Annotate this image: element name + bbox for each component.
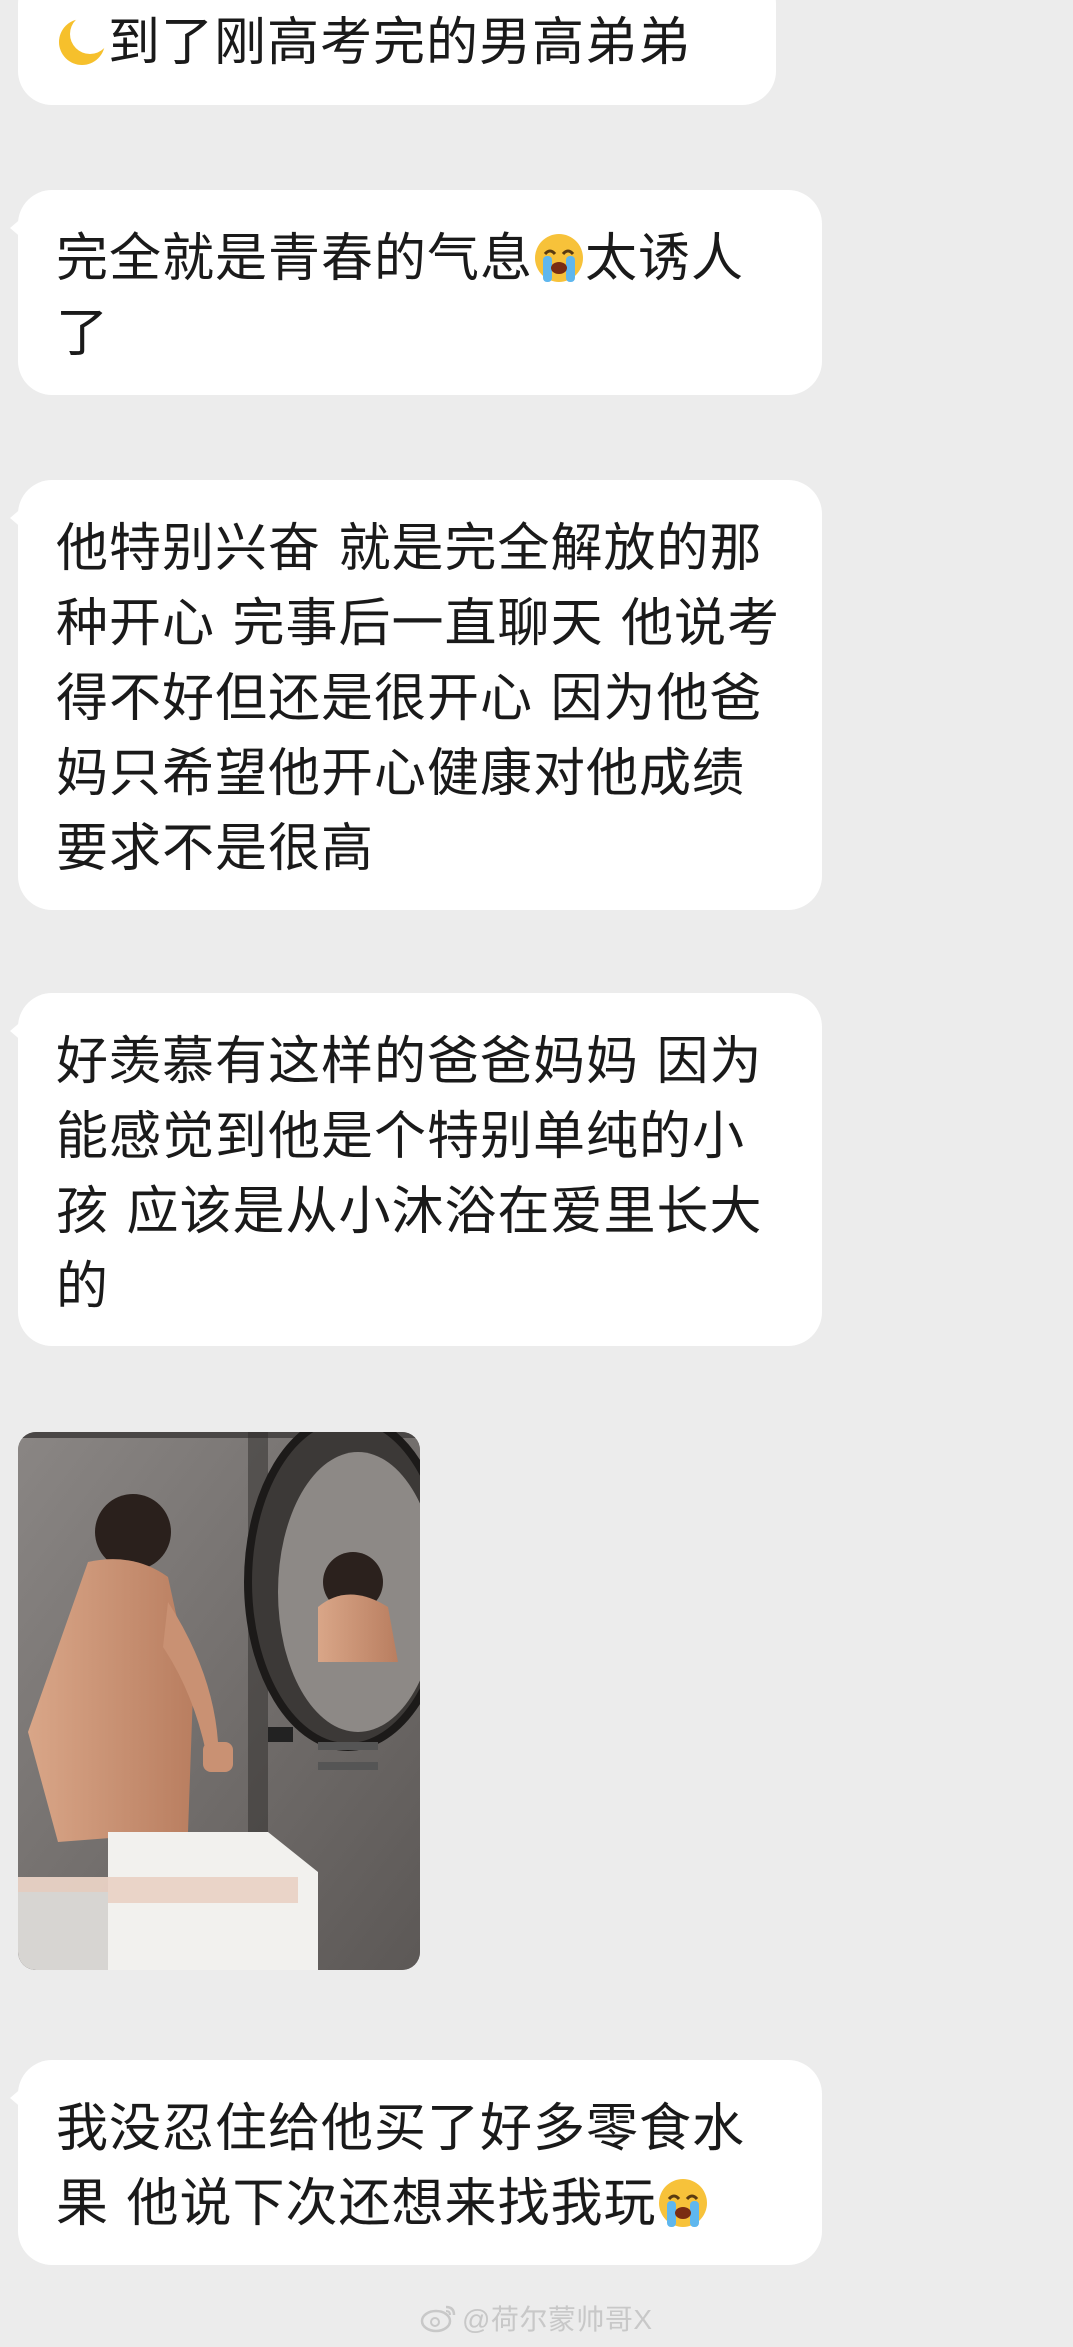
message-text-content: 完全就是青春的气息: [56, 229, 534, 289]
bubble-tail: [10, 1019, 24, 1043]
bubble-tail: [10, 506, 24, 530]
bathroom-photo-image: [18, 1432, 420, 1970]
message-text-content: 我没忍住给他买了好多零食水果 他说下次还想来找我玩: [56, 2099, 746, 2234]
message-text: 到了刚高考完的男高弟弟: [56, 6, 746, 81]
watermark: @荷尔蒙帅哥X: [420, 2298, 653, 2338]
message-text: 我没忍住给他买了好多零食水果 他说下次还想来找我玩: [56, 2092, 792, 2242]
message-bubble[interactable]: 完全就是青春的气息 太诱人了: [10, 190, 822, 395]
bubble-tail: [10, 216, 24, 240]
message-text: 他特别兴奋 就是完全解放的那种开心 完事后一直聊天 他说考得不好但还是很开心 因…: [56, 519, 781, 879]
message-bubble[interactable]: 好羡慕有这样的爸爸妈妈 因为能感觉到他是个特别单纯的小孩 应该是从小沐浴在爱里长…: [10, 993, 822, 1346]
loudly-crying-face-icon: [535, 234, 584, 282]
message-bubble[interactable]: 我没忍住给他买了好多零食水果 他说下次还想来找我玩: [10, 2060, 822, 2265]
loudly-crying-face-icon: [658, 2179, 707, 2227]
bubble-tail: [10, 2086, 24, 2110]
watermark-text: @荷尔蒙帅哥X: [462, 2304, 653, 2335]
message-bubble[interactable]: 到了刚高考完的男高弟弟: [18, 0, 776, 105]
message-text-content: 到了刚高考完的男高弟弟: [108, 13, 692, 73]
message-text: 好羡慕有这样的爸爸妈妈 因为能感觉到他是个特别单纯的小孩 应该是从小沐浴在爱里长…: [56, 1032, 763, 1317]
message-text: 完全就是青春的气息 太诱人了: [56, 222, 792, 372]
message-bubble[interactable]: 他特别兴奋 就是完全解放的那种开心 完事后一直聊天 他说考得不好但还是很开心 因…: [10, 480, 822, 910]
photo-message[interactable]: [18, 1432, 420, 1970]
crescent-moon-icon: [59, 16, 108, 65]
weibo-logo-icon: [420, 2305, 456, 2333]
